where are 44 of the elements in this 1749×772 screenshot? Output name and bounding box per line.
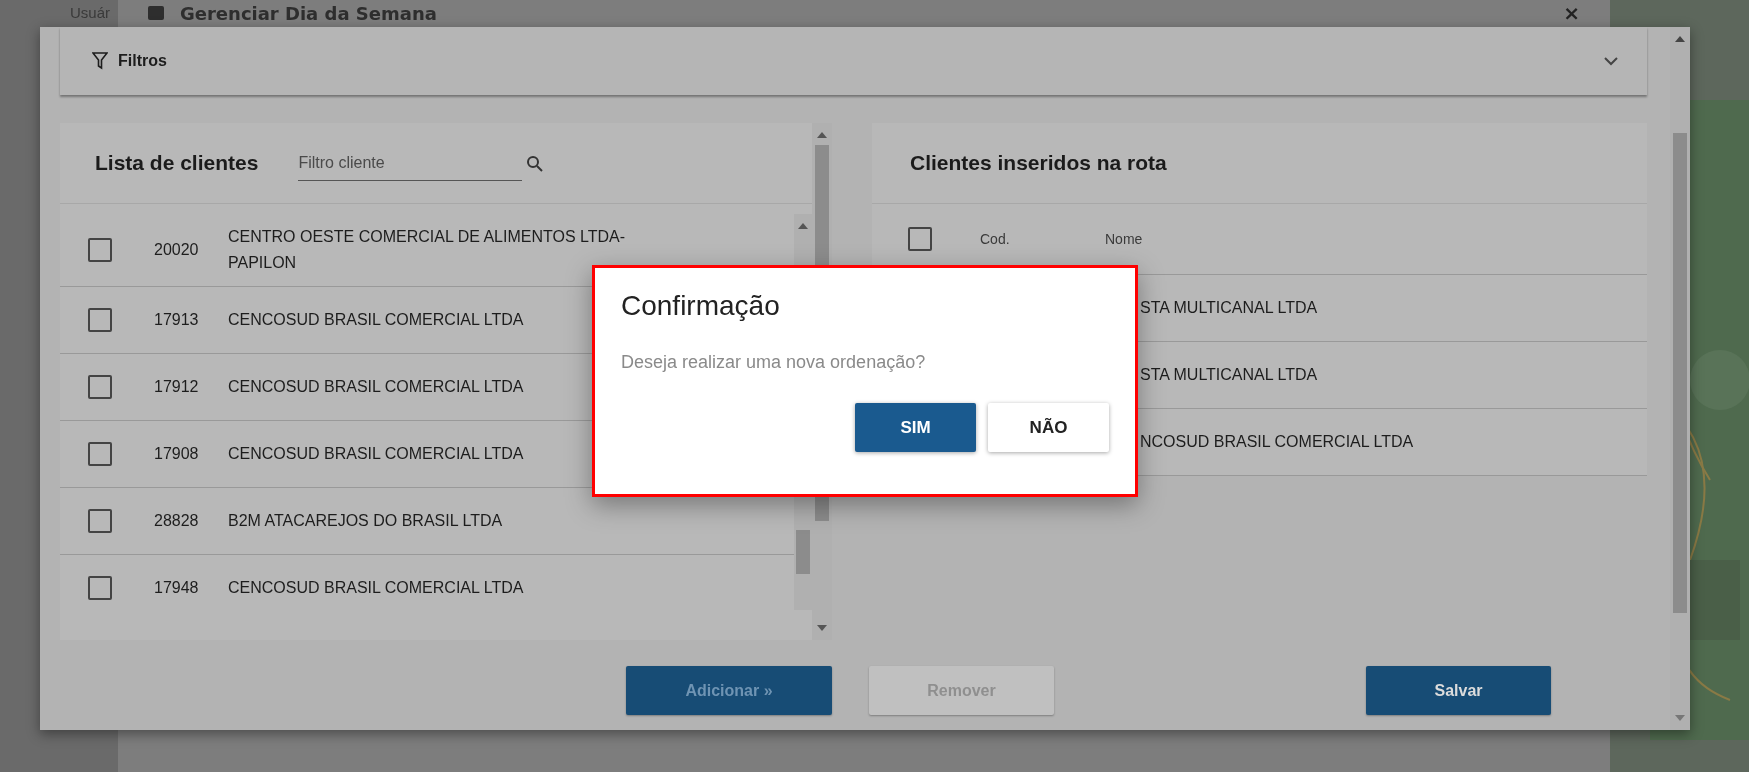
client-name: B2M ATACAREJOS DO BRASIL LTDA bbox=[228, 511, 504, 531]
checkbox[interactable] bbox=[88, 375, 112, 399]
search-icon bbox=[526, 154, 544, 172]
filter-bar[interactable]: Filtros bbox=[60, 27, 1647, 95]
scroll-up-icon[interactable] bbox=[817, 131, 827, 139]
checkbox[interactable] bbox=[88, 238, 112, 262]
close-button[interactable]: × bbox=[1563, 2, 1580, 24]
scrollbar-thumb[interactable] bbox=[796, 530, 810, 574]
save-button[interactable]: Salvar bbox=[1366, 666, 1551, 715]
checkbox[interactable] bbox=[88, 308, 112, 332]
filter-icon bbox=[92, 52, 108, 70]
scroll-down-icon[interactable] bbox=[817, 624, 827, 632]
panel-title: Lista de clientes bbox=[95, 151, 259, 175]
search-field[interactable]: Filtro cliente bbox=[298, 145, 523, 181]
client-code: 28828 bbox=[154, 512, 200, 530]
scroll-up-icon[interactable] bbox=[1675, 35, 1685, 43]
column-header: Cod. bbox=[980, 231, 1011, 247]
scrollbar[interactable] bbox=[1670, 27, 1690, 730]
cancel-button[interactable]: NÃO bbox=[988, 403, 1109, 452]
checkbox[interactable] bbox=[88, 509, 112, 533]
scrollbar-thumb[interactable] bbox=[1673, 133, 1687, 613]
chevron-icon[interactable] bbox=[1603, 56, 1619, 66]
confirm-button[interactable]: SIM bbox=[855, 403, 976, 452]
client-name: CENCOSUD BRASIL COMERCIAL LTDA bbox=[228, 578, 525, 598]
filter-label: Filtros bbox=[118, 52, 168, 70]
client-name: CENCOSUD BRASIL COMERCIAL LTDA bbox=[228, 444, 525, 464]
client-code: 20020 bbox=[154, 241, 200, 259]
checkbox[interactable] bbox=[88, 576, 112, 600]
client-name: CENTRO OESTE COMERCIAL DE ALIMENTOS LTDA-PAPILON bbox=[228, 227, 627, 273]
client-name: NCOSUD BRASIL COMERCIAL LTDA bbox=[1140, 432, 1414, 452]
dialog-title: Gerenciar Dia da Semana bbox=[180, 2, 438, 24]
dialog-title: Confirmação bbox=[621, 290, 781, 322]
column-header: Nome bbox=[1105, 231, 1144, 247]
client-code: 17948 bbox=[154, 579, 200, 597]
panel-title: Clientes inseridos na rota bbox=[910, 151, 1167, 175]
client-name: STA MULTICANAL LTDA bbox=[1140, 298, 1318, 318]
client-name: STA MULTICANAL LTDA bbox=[1140, 365, 1318, 385]
client-name: CENCOSUD BRASIL COMERCIAL LTDA bbox=[228, 377, 525, 397]
client-code: 17913 bbox=[154, 311, 200, 329]
scroll-up-icon[interactable] bbox=[798, 222, 808, 230]
checkbox[interactable] bbox=[88, 442, 112, 466]
client-code: 17912 bbox=[154, 378, 200, 396]
checkbox[interactable] bbox=[908, 227, 932, 251]
client-code: 17908 bbox=[154, 445, 200, 463]
